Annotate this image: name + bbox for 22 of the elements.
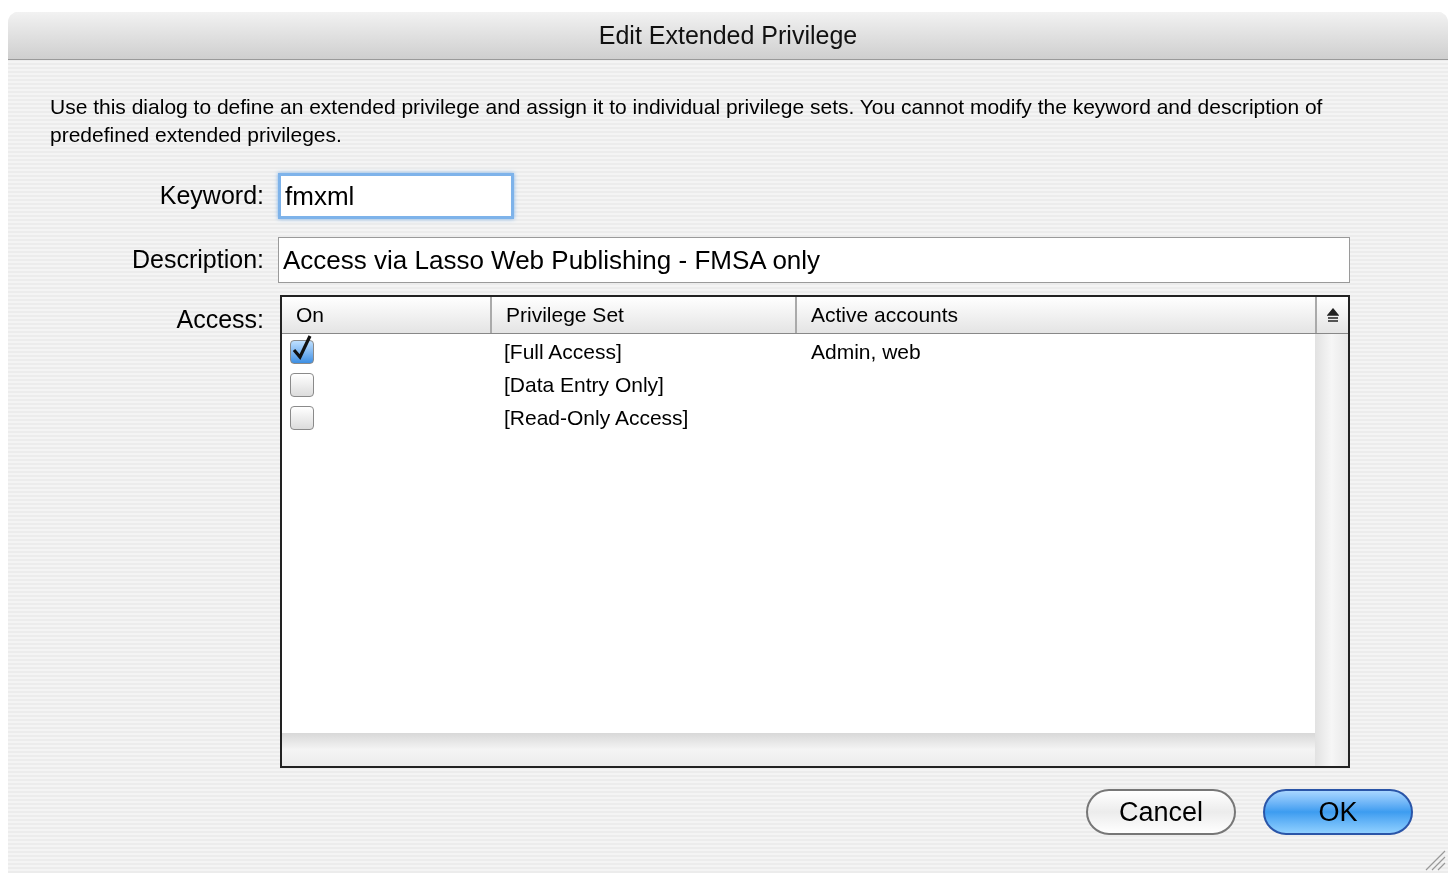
column-header[interactable]: On	[282, 297, 492, 333]
intro-text: Use this dialog to define an extended privilege and assign it to individual privilege sets. You cannot modify the keyword and description of predefined extended privileges.	[50, 94, 1324, 148]
resize-grip-icon[interactable]	[1424, 849, 1446, 871]
description-label: Description:	[131, 244, 264, 276]
table-cell-text: [Read-Only Access]	[503, 404, 690, 431]
vertical-scrollbar[interactable]	[1315, 334, 1348, 766]
checkbox[interactable]	[290, 333, 314, 364]
table-cell-text: [Full Access]	[503, 338, 623, 365]
cancel-button[interactable]: Cancel	[1086, 789, 1236, 835]
column-header[interactable]: Active accounts	[797, 297, 1317, 333]
description-field[interactable]: Access via Lasso Web Publishing - FMSA only	[278, 237, 1350, 283]
checkmark-icon	[291, 333, 313, 362]
ok-button[interactable]: OK	[1263, 789, 1413, 835]
column-header[interactable]: Privilege Set	[492, 297, 797, 333]
keyword-label: Keyword:	[158, 180, 264, 212]
sort-icon[interactable]	[1326, 308, 1339, 322]
horizontal-scrollbar[interactable]	[282, 733, 1315, 766]
keyword-field[interactable]: fmxml	[278, 173, 514, 219]
window-title: Edit Extended Privilege	[598, 19, 858, 51]
table-cell-text: Admin, web	[810, 338, 922, 365]
access-label: Access:	[175, 304, 264, 335]
table-cell-text: [Data Entry Only]	[503, 371, 665, 398]
